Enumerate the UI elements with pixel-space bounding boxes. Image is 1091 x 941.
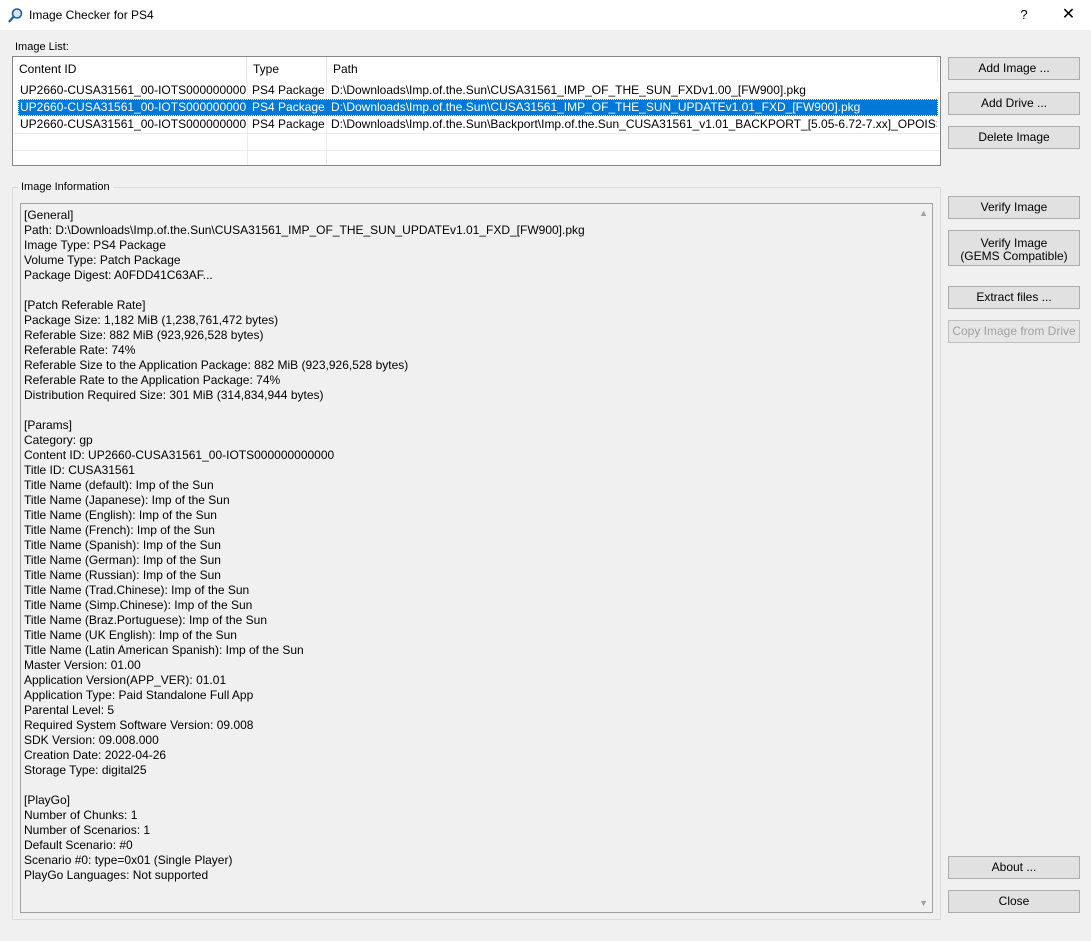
image-list-label: Image List: bbox=[15, 41, 69, 53]
table-row-selected[interactable]: UP2660-CUSA31561_00-IOTS000000000000 PS4… bbox=[18, 99, 938, 116]
scroll-up-icon[interactable]: ▲ bbox=[919, 208, 928, 218]
grid-line bbox=[13, 133, 940, 134]
add-drive-button[interactable]: Add Drive ... bbox=[948, 92, 1080, 115]
extract-files-button[interactable]: Extract files ... bbox=[948, 286, 1080, 309]
window-close-button[interactable]: ✕ bbox=[1046, 0, 1091, 30]
verify-image-button[interactable]: Verify Image bbox=[948, 196, 1080, 219]
delete-image-button[interactable]: Delete Image bbox=[948, 126, 1080, 149]
verify-gems-label-1: Verify Image bbox=[980, 236, 1048, 250]
cell-path: D:\Downloads\Imp.of.the.Sun\Backport\Imp… bbox=[331, 117, 937, 131]
cell-type: PS4 Package bbox=[252, 117, 325, 131]
table-row[interactable]: UP2660-CUSA31561_00-IOTS000000000000 PS4… bbox=[18, 116, 938, 133]
table-row[interactable]: UP2660-CUSA31561_00-IOTS000000000000 PS4… bbox=[18, 82, 938, 99]
column-header-type[interactable]: Type bbox=[247, 57, 327, 82]
cell-content-id: UP2660-CUSA31561_00-IOTS000000000000 bbox=[20, 117, 246, 131]
verify-gems-label-2: (GEMS Compatible) bbox=[960, 249, 1068, 263]
add-image-button[interactable]: Add Image ... bbox=[948, 57, 1080, 80]
help-button[interactable]: ? bbox=[1004, 0, 1044, 30]
image-information-textbox[interactable]: [General] Path: D:\Downloads\Imp.of.the.… bbox=[20, 203, 933, 913]
image-list[interactable]: Content ID Type Path UP2660-CUSA31561_00… bbox=[12, 56, 941, 166]
window-title: Image Checker for PS4 bbox=[29, 8, 154, 22]
magnifier-icon bbox=[8, 8, 23, 23]
verify-image-gems-button[interactable]: Verify Image (GEMS Compatible) bbox=[948, 230, 1080, 266]
cell-path: D:\Downloads\Imp.of.the.Sun\CUSA31561_IM… bbox=[331, 100, 861, 114]
close-button[interactable]: Close bbox=[948, 890, 1080, 913]
scroll-down-icon[interactable]: ▼ bbox=[919, 898, 928, 908]
title-bar: Image Checker for PS4 ? ✕ bbox=[0, 0, 1091, 30]
image-information-text: [General] Path: D:\Downloads\Imp.of.the.… bbox=[24, 208, 585, 882]
cell-type: PS4 Package bbox=[252, 100, 325, 114]
image-information-label: Image Information bbox=[18, 181, 113, 193]
cell-content-id: UP2660-CUSA31561_00-IOTS000000000000 bbox=[20, 83, 246, 97]
grid-line bbox=[13, 150, 940, 151]
cell-type: PS4 Package bbox=[252, 83, 325, 97]
column-header-path[interactable]: Path bbox=[327, 57, 938, 82]
cell-path: D:\Downloads\Imp.of.the.Sun\CUSA31561_IM… bbox=[331, 83, 806, 97]
copy-image-from-drive-button[interactable]: Copy Image from Drive bbox=[948, 320, 1080, 343]
column-header-content-id[interactable]: Content ID bbox=[13, 57, 247, 82]
about-button[interactable]: About ... bbox=[948, 856, 1080, 879]
cell-content-id: UP2660-CUSA31561_00-IOTS000000000000 bbox=[20, 100, 246, 114]
